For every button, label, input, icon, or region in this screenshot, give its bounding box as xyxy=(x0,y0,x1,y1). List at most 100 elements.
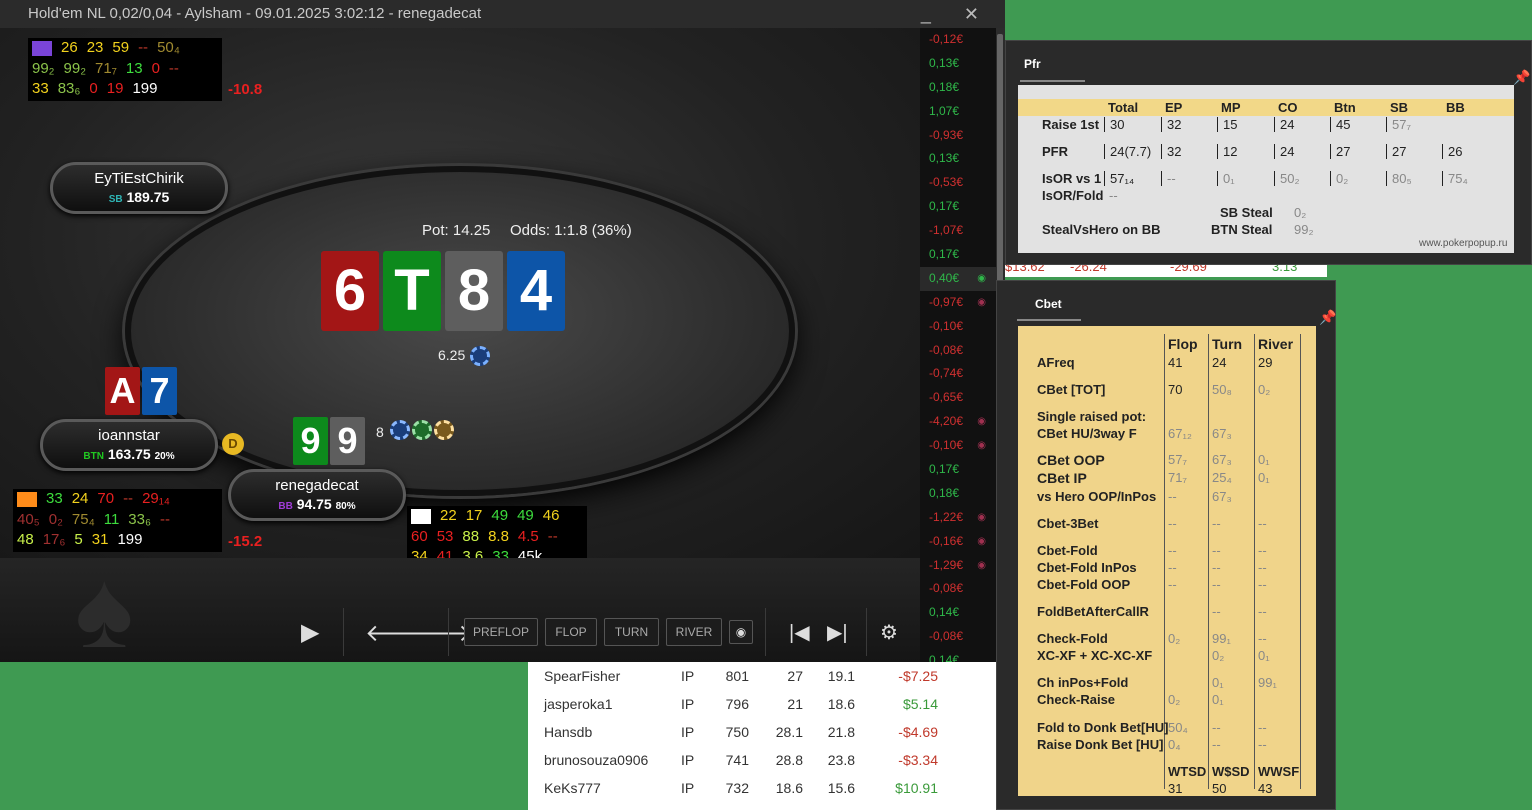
hud-result: -15.2 xyxy=(228,533,263,550)
profit-row[interactable]: -0,53€ xyxy=(920,171,996,195)
hud-stat: -- xyxy=(138,39,149,56)
list-item[interactable]: SpearFisher IP 801 27 19.1 -$7.25 xyxy=(528,662,998,690)
profit-row[interactable]: -0,10€ xyxy=(920,315,996,339)
hud-stat: 0₂ xyxy=(48,510,63,528)
first-hand-icon[interactable]: |◀ xyxy=(789,620,810,645)
hud-stat: 8.8 xyxy=(488,527,509,545)
turn-button[interactable]: TURN xyxy=(604,618,659,646)
board-card: 4 xyxy=(507,251,565,331)
footer-link[interactable]: www.pokerpopup.ru xyxy=(1419,238,1507,249)
cbet-row-label: Cbet-Fold InPos xyxy=(1037,560,1137,575)
cbet-row-label: CBet HU/3way F xyxy=(1037,426,1137,441)
profit-row[interactable]: 0,17€ xyxy=(920,243,996,267)
hud-stat: -- xyxy=(168,59,179,77)
profit-row[interactable]: 0,17€ xyxy=(920,458,996,482)
pokerstars-logo-icon: ♠ xyxy=(75,548,134,663)
profit-row[interactable]: -1,22€ ◉ xyxy=(920,506,996,530)
eye-icon[interactable]: ◉ xyxy=(977,267,986,291)
profit-row[interactable]: 0,13€ xyxy=(920,147,996,171)
divider xyxy=(448,608,449,656)
hud-stat: 24 xyxy=(71,490,89,507)
cbet-cell: -- xyxy=(1168,543,1177,558)
board-card: T xyxy=(383,251,441,331)
pot-label: Pot: 14.25 xyxy=(422,222,491,239)
list-item[interactable]: KeKs777 IP 732 18.6 15.6 $10.91 xyxy=(528,774,998,802)
cbet-cell: 67₃ xyxy=(1212,426,1232,441)
hud-stat: 4.5 xyxy=(517,527,539,545)
pfr-col-header: BB xyxy=(1446,100,1465,115)
cbet-footer-header: W$SD xyxy=(1212,764,1250,779)
profit-row[interactable]: -0,16€ ◉ xyxy=(920,530,996,554)
eye-icon[interactable]: ◉ xyxy=(977,291,986,315)
cbet-row-label: Check-Fold xyxy=(1037,631,1108,646)
eye-icon[interactable]: ◉ xyxy=(977,506,986,530)
cbet-cell: 99₁ xyxy=(1212,631,1231,646)
profit-row[interactable]: -4,20€ ◉ xyxy=(920,410,996,434)
hud-left-player[interactable]: 33 24 70 -- 29₁₄ 40₅ 0₂ 75₄ 11 33₆ -- 48 17₆ 5 31 199 xyxy=(13,489,222,552)
profit-row[interactable]: -0,08€ xyxy=(920,577,996,601)
list-item[interactable]: Hansdb IP 750 28.1 21.8 -$4.69 xyxy=(528,718,998,746)
list-item[interactable]: brunosouza0906 IP 741 28.8 23.8 -$3.34 xyxy=(528,746,998,774)
seat-equity: 80% xyxy=(335,501,356,512)
profit-row[interactable]: -0,74€ xyxy=(920,362,996,386)
list-item[interactable]: jasperoka1 IP 796 21 18.6 $5.14 xyxy=(528,690,998,718)
scrollbar-thumb[interactable] xyxy=(997,34,1003,312)
river-button[interactable]: RIVER xyxy=(666,618,722,646)
list-cell: 18.6 xyxy=(775,780,803,796)
profit-row[interactable]: -0,08€ xyxy=(920,339,996,363)
player-list[interactable]: SpearFisher IP 801 27 19.1 -$7.25 jasperoka1 IP… xyxy=(528,662,998,810)
profit-row[interactable]: -0,65€ xyxy=(920,386,996,410)
profit-row[interactable]: -0,10€ ◉ xyxy=(920,434,996,458)
hud-stat: 23 xyxy=(86,39,104,56)
eye-icon[interactable]: ◉ xyxy=(729,620,753,644)
pfr-row-label: Raise 1st xyxy=(1042,117,1100,132)
eye-icon[interactable]: ◉ xyxy=(977,434,986,458)
profit-row[interactable]: 0,17€ xyxy=(920,195,996,219)
hud-stat: 70 xyxy=(97,490,115,507)
profit-row[interactable]: -1,07€ xyxy=(920,219,996,243)
window-controls[interactable]: _ ✕ xyxy=(921,0,993,28)
profit-column[interactable]: -0,12€ 0,13€ 0,18€ 1,07€ -0,93€ 0,13€ -0,53€ 0,… xyxy=(920,28,996,667)
eye-icon[interactable]: ◉ xyxy=(977,410,986,434)
profit-row[interactable]: 0,18€ xyxy=(920,482,996,506)
profit-row[interactable]: -0,97€ ◉ xyxy=(920,291,996,315)
profit-row[interactable]: 0,18€ xyxy=(920,76,996,100)
tab-pfr[interactable]: Pfr xyxy=(1024,57,1041,71)
hud-stat: -- xyxy=(123,490,134,507)
sb-steal-value: 0₂ xyxy=(1294,205,1307,220)
pin-icon[interactable]: 📌 xyxy=(1513,69,1530,86)
profit-row[interactable]: -0,12€ xyxy=(920,28,996,52)
preflop-button[interactable]: PREFLOP xyxy=(464,618,538,646)
chip-icon xyxy=(390,420,410,440)
pin-icon[interactable]: 📌 xyxy=(1319,309,1336,326)
profit-row[interactable]: -0,08€ xyxy=(920,625,996,649)
hud-top-player[interactable]: 26 23 59 -- 50₄ 99₂ 99₂ 71₇ 13 0 -- 33 83₆ 0 19 199 xyxy=(28,38,222,101)
play-icon[interactable]: ▶ xyxy=(301,618,319,647)
profit-row[interactable]: -0,93€ xyxy=(920,124,996,148)
pfr-row-label: IsOR vs 1 xyxy=(1042,171,1102,186)
cbet-row-label: Check-Raise xyxy=(1037,692,1116,707)
last-hand-icon[interactable]: ▶| xyxy=(827,620,848,645)
gear-icon[interactable]: ⚙ xyxy=(880,620,898,645)
seat-btn[interactable]: ioannstar BTN 163.75 20% xyxy=(40,419,218,471)
forward-arrow-icon[interactable]: 🡒 xyxy=(408,618,472,648)
eye-icon[interactable]: ◉ xyxy=(977,530,986,554)
profit-row[interactable]: 0,14€ xyxy=(920,601,996,625)
seat-bb-hero[interactable]: renegadecat BB 94.75 80% xyxy=(228,469,406,521)
tab-cbet[interactable]: Cbet xyxy=(1035,297,1062,311)
profit-row[interactable]: 0,40€ ◉ xyxy=(920,266,996,291)
seat-stack: 163.75 xyxy=(107,446,151,462)
list-cell: 796 xyxy=(725,696,749,712)
cbet-row-label: CBet OOP xyxy=(1037,452,1105,468)
eye-icon[interactable]: ◉ xyxy=(977,554,986,578)
profit-row[interactable]: 1,07€ xyxy=(920,100,996,124)
cbet-cell: 41 xyxy=(1168,355,1183,370)
flop-button[interactable]: FLOP xyxy=(545,618,597,646)
pfr-cell: 12 xyxy=(1217,144,1237,159)
seat-sb[interactable]: EyTiEstChirik SB 189.75 xyxy=(50,162,228,214)
list-cell: 21 xyxy=(787,696,803,712)
hud-stat: 17₆ xyxy=(42,531,66,548)
cbet-cell: 0₁ xyxy=(1212,692,1224,707)
profit-row[interactable]: 0,13€ xyxy=(920,52,996,76)
profit-row[interactable]: -1,29€ ◉ xyxy=(920,554,996,578)
